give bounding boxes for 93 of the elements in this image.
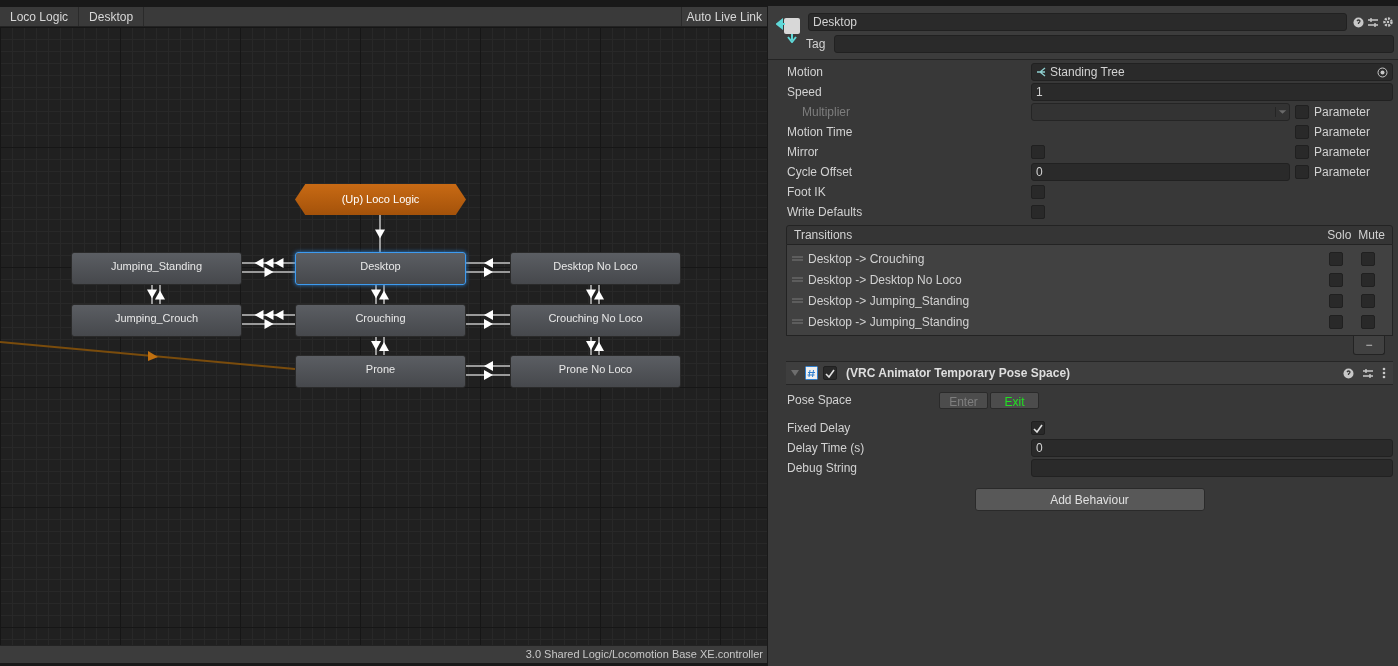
state-node[interactable]: Prone No Loco	[510, 355, 681, 388]
help-icon[interactable]	[1343, 367, 1354, 379]
add-behaviour-button[interactable]: Add Behaviour	[974, 488, 1205, 511]
drag-handle-icon[interactable]	[792, 298, 803, 303]
mute-checkbox[interactable]	[1361, 251, 1375, 266]
property-label: Cycle Offset	[787, 164, 854, 181]
state-node[interactable]: Jumping_Crouch	[71, 304, 242, 337]
input-field[interactable]: 0	[1031, 163, 1290, 181]
script-icon	[805, 366, 818, 380]
property-label: Motion	[787, 64, 825, 81]
transitions-title: Transitions	[794, 227, 854, 244]
help-icon[interactable]	[1353, 16, 1364, 28]
solo-header: Solo	[1327, 227, 1352, 244]
checkbox[interactable]	[1031, 185, 1045, 199]
pose-space-option[interactable]: Exit	[990, 391, 1039, 409]
field-label: Fixed Delay	[787, 420, 852, 437]
transition-arrow[interactable]	[465, 310, 511, 329]
transition-arrow[interactable]	[371, 284, 389, 305]
transition-arrow[interactable]	[586, 284, 604, 305]
state-node[interactable]: Jumping_Standing	[71, 252, 242, 285]
parameter-label: Parameter	[1314, 104, 1371, 121]
property-label: Write Defaults	[787, 204, 864, 221]
property-label: Foot IK	[787, 184, 827, 201]
mute-checkbox[interactable]	[1361, 272, 1375, 287]
input-field[interactable]: 1	[1031, 83, 1393, 101]
state-node[interactable]: Prone	[295, 355, 466, 388]
transition-label: Desktop -> Crouching	[808, 250, 926, 268]
more-menu-icon[interactable]	[1382, 367, 1386, 379]
property-label: Mirror	[787, 144, 820, 161]
checkbox[interactable]	[1031, 421, 1045, 435]
name-field[interactable]: Desktop	[808, 13, 1347, 31]
drag-handle-icon[interactable]	[792, 256, 803, 261]
transition-item[interactable]: Desktop -> Jumping_Standing	[787, 290, 1392, 311]
parameter-label: Parameter	[1314, 124, 1371, 141]
mute-checkbox[interactable]	[1361, 293, 1375, 308]
state-node[interactable]: Desktop No Loco	[510, 252, 681, 285]
component-title: (VRC Animator Temporary Pose Space)	[846, 365, 1072, 382]
checkbox[interactable]	[1295, 165, 1309, 179]
presets-icon[interactable]	[1367, 16, 1379, 28]
graph-canvas[interactable]: (Up) Loco Logic Jumping_Standing Desktop Desktop No Loco Jumping_Crouch Crouching Crouching No Loco Prone Prone No Loco	[0, 27, 767, 645]
checkbox[interactable]	[1031, 145, 1045, 159]
mute-checkbox[interactable]	[1361, 314, 1375, 329]
checkbox[interactable]	[1031, 205, 1045, 219]
checkbox[interactable]	[1295, 125, 1309, 139]
blend-tree-icon	[1036, 66, 1048, 78]
state-node[interactable]: Crouching	[295, 304, 466, 337]
presets-icon[interactable]	[1362, 367, 1374, 379]
tag-field[interactable]	[834, 35, 1394, 53]
transition-label: Desktop -> Jumping_Standing	[808, 313, 971, 331]
transition-arrow[interactable]	[147, 284, 165, 305]
checkmark-icon	[825, 368, 835, 378]
field-label: Debug String	[787, 460, 859, 477]
transition-arrow[interactable]	[241, 258, 296, 277]
expand-caret-icon[interactable]	[790, 368, 800, 378]
parameter-label: Parameter	[1314, 164, 1371, 181]
transition-arrow[interactable]	[375, 214, 385, 253]
transition-arrow[interactable]	[241, 310, 296, 329]
input-field[interactable]: 0	[1031, 439, 1393, 457]
property-label: Motion Time	[787, 124, 854, 141]
controller-path: 3.0 Shared Logic/Locomotion Base XE.controller	[525, 647, 763, 663]
transition-label: Desktop -> Desktop No Loco	[808, 271, 963, 289]
pose-space-label: Pose Space	[787, 392, 853, 409]
checkmark-icon	[1033, 423, 1043, 433]
transition-item[interactable]: Desktop -> Crouching	[787, 248, 1392, 269]
property-label: Multiplier	[801, 104, 851, 121]
transition-arrow[interactable]	[465, 361, 511, 380]
drag-handle-icon[interactable]	[792, 319, 803, 324]
transition-item[interactable]: Desktop -> Jumping_Standing	[787, 311, 1392, 332]
motion-value: Standing Tree	[1050, 64, 1126, 81]
parameter-label: Parameter	[1314, 144, 1371, 161]
solo-checkbox[interactable]	[1329, 314, 1343, 329]
object-field[interactable]: Standing Tree	[1031, 63, 1393, 81]
state-icon	[776, 15, 802, 43]
solo-checkbox[interactable]	[1329, 251, 1343, 266]
tag-label: Tag	[806, 36, 826, 53]
solo-checkbox[interactable]	[1329, 272, 1343, 287]
solo-checkbox[interactable]	[1329, 293, 1343, 308]
field-label: Delay Time (s)	[787, 440, 866, 457]
state-node[interactable]: Desktop	[295, 252, 466, 285]
parent-state-node[interactable]: (Up) Loco Logic	[295, 184, 466, 215]
transition-label: Desktop -> Jumping_Standing	[808, 292, 971, 310]
enabled-checkbox[interactable]	[823, 366, 837, 380]
checkbox[interactable]	[1295, 145, 1309, 159]
settings-icon[interactable]	[1382, 16, 1394, 28]
drag-handle-icon[interactable]	[792, 277, 803, 282]
transition-item[interactable]: Desktop -> Desktop No Loco	[787, 269, 1392, 290]
remove-button[interactable]: −	[1353, 336, 1385, 355]
state-node[interactable]: Crouching No Loco	[510, 304, 681, 337]
object-picker-icon[interactable]	[1377, 66, 1388, 78]
property-label: Speed	[787, 84, 823, 101]
dropdown-caret-icon	[1275, 107, 1289, 117]
mute-header: Mute	[1358, 227, 1385, 244]
transition-arrow[interactable]	[465, 258, 511, 277]
